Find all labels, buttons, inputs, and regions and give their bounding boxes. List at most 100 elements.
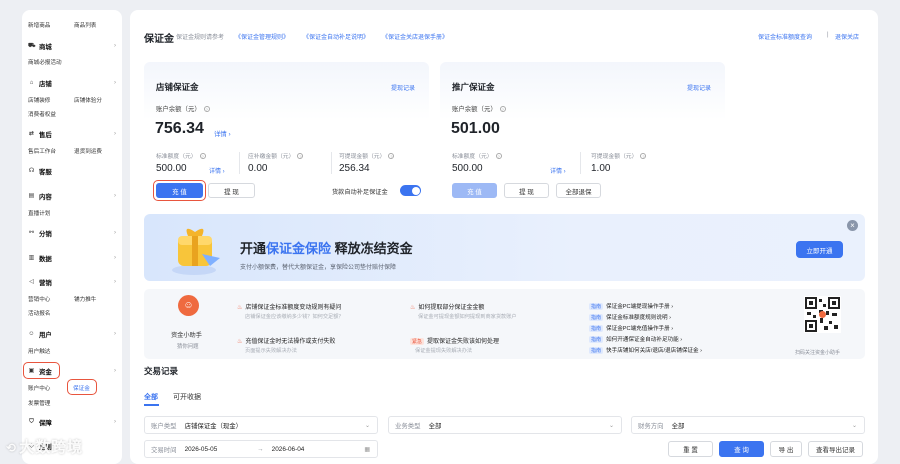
sidebar-link-aftersale-workbench[interactable]: 售后工作台	[28, 147, 56, 155]
sidebar-link-consumer-rights[interactable]: 消费者权益	[28, 110, 56, 118]
sidebar-link-return-freight[interactable]: 退货到运费	[74, 147, 102, 155]
shop-balance-label: 账户余额（元）?	[156, 104, 210, 113]
account-type-select[interactable]: 账户类型 店铺保证金（现金） ⌄	[144, 416, 378, 434]
sidebar-link-product-list[interactable]: 商品列表	[74, 21, 96, 29]
guide-item[interactable]: 指南 如何开通保证金自动补足功能 ›	[589, 335, 682, 343]
sidebar-item-funds[interactable]: ▣ 资金 ›	[22, 365, 122, 377]
sidebar-link-live-plan[interactable]: 直播计划	[28, 209, 50, 217]
sidebar-item-content[interactable]: ▤ 内容 ›	[22, 190, 122, 202]
sidebar-item-label: 内容	[39, 193, 52, 201]
sidebar-link-shop-score[interactable]: 店铺体验分	[74, 96, 102, 104]
standard-quota-link[interactable]: 保证金标准额度查询	[758, 32, 812, 41]
promo-withdraw-button[interactable]: 提 现	[504, 183, 549, 198]
sidebar-item-label: 店铺	[39, 80, 52, 88]
refund-all-button[interactable]: 全部退保	[556, 183, 601, 198]
sidebar-item-shop[interactable]: ⌂ 店铺 ›	[22, 77, 122, 89]
banner-title-c: 释放冻结资金	[331, 241, 413, 256]
reset-button[interactable]: 重 置	[668, 441, 713, 457]
date-from[interactable]: 2026-05-05	[185, 446, 218, 453]
main-panel: 保证金 保证金规则请参考 《保证金管理规则》 《保证金自动补足说明》 《保证金关…	[130, 10, 878, 464]
open-insurance-button[interactable]: 立即开通	[796, 241, 843, 258]
sidebar-item-user[interactable]: ☺ 用户 ›	[22, 328, 122, 340]
help-icon[interactable]: ?	[640, 153, 647, 160]
biz-type-select[interactable]: 业务类型 全部 ⌄	[388, 416, 622, 434]
faq-sub: 保证金提现失败解决办法	[415, 348, 473, 354]
divider	[331, 152, 332, 174]
export-button[interactable]: 导 出	[770, 441, 802, 457]
sidebar-link-deposit[interactable]: 保证金	[73, 384, 90, 392]
guide-item[interactable]: 指南 保证金PC端提现操作手册 ›	[589, 302, 673, 310]
sidebar-item-aftersale[interactable]: ⇄ 售后 ›	[22, 128, 122, 140]
headset-icon: ☊	[28, 167, 35, 174]
faq-item[interactable]: 紧急 提取保证金失败该如何处理	[410, 336, 499, 345]
refund-close-link[interactable]: 退保关店	[835, 32, 859, 41]
shop-balance-detail-link[interactable]: 详情 ›	[214, 129, 231, 138]
faq-item[interactable]: ♨ 店铺保证金标准额度变动规则有疑问	[237, 302, 341, 311]
sidebar-link-activity-signup[interactable]: 活动报名	[28, 309, 50, 317]
help-icon[interactable]: ?	[495, 153, 502, 160]
shop-standard-label-text: 标准额度（元）	[156, 154, 197, 160]
close-icon[interactable]: ×	[847, 220, 858, 231]
tab-all[interactable]: 全部	[144, 392, 158, 402]
date-range-picker[interactable]: 交易时间 2026-05-05 → 2026-06-04 ▦	[144, 440, 378, 458]
sidebar-item-guarantee[interactable]: ⛉ 保障 ›	[22, 416, 122, 428]
sidebar-link-boost[interactable]: 铺力推牛	[74, 295, 96, 303]
guide-item[interactable]: 指南 保证金标准额度规则说明 ›	[589, 313, 671, 321]
shop-standard-value: 500.00	[156, 163, 187, 174]
sidebar-item-distribution[interactable]: ⚯ 分销 ›	[22, 227, 122, 239]
guide-item[interactable]: 指南 保证金PC端充值操作手册 ›	[589, 324, 673, 332]
date-to[interactable]: 2026-06-04	[272, 446, 305, 453]
promo-withdraw-records-link[interactable]: 提现记录	[687, 83, 711, 92]
promo-standard-detail-link[interactable]: 详情 ›	[550, 166, 566, 175]
chevron-right-icon: ›	[114, 419, 116, 425]
direction-select[interactable]: 财务方向 全部 ⌄	[631, 416, 865, 434]
help-icon[interactable]: ?	[388, 153, 395, 160]
funds-helper-panel: ☺ 资金小助手 猜你问题 ♨ 店铺保证金标准额度变动规则有疑问 店铺保证金应该缴纳…	[144, 289, 865, 359]
promo-balance-value: 501.00	[451, 120, 500, 137]
shop-standard-detail-link[interactable]: 详情 ›	[209, 166, 225, 175]
wallet-icon: ▣	[28, 367, 35, 374]
sidebar-item-label: 分销	[39, 230, 52, 238]
sidebar-link-shop-decor[interactable]: 店铺装修	[28, 96, 50, 104]
sidebar-link-marketing-center[interactable]: 营销中心	[28, 295, 50, 303]
shop-withdrawable-value: 256.34	[339, 163, 370, 174]
help-icon[interactable]: ?	[297, 153, 304, 160]
rule-link-close-shop[interactable]: 《保证金关店退保手册》	[382, 32, 448, 41]
auto-topup-label: 货款自动补足保证金	[332, 189, 388, 196]
urgent-tag: 紧急	[410, 338, 425, 345]
rule-link-management[interactable]: 《保证金管理规则》	[235, 32, 289, 41]
shop-withdraw-records-link[interactable]: 提现记录	[391, 83, 415, 92]
auto-topup-toggle[interactable]	[400, 185, 421, 196]
guide-text: 保证金PC端提现操作手册 ›	[606, 304, 674, 310]
sidebar-link-invoice[interactable]: 发票管理	[28, 399, 50, 407]
sidebar-link-new-product[interactable]: 新增商品	[28, 21, 50, 29]
faq-item[interactable]: ♨ 如何提取部分保证金金额	[410, 302, 484, 311]
guide-item[interactable]: 指南 快手店铺如何关店/退店/退店铺保证金 ›	[589, 346, 702, 354]
tab-receipt[interactable]: 可开收据	[173, 392, 201, 402]
help-icon[interactable]: ?	[203, 106, 210, 113]
sidebar-item-data[interactable]: ▥ 数据 ›	[22, 252, 122, 264]
shop-balance-label-text: 账户余额（元）	[156, 106, 201, 113]
shop-withdraw-button[interactable]: 提 现	[208, 183, 255, 198]
sidebar-link-user-reach[interactable]: 用户触达	[28, 347, 50, 355]
sidebar-link-account-center[interactable]: 账户中心	[28, 384, 50, 392]
banner-title-b: 保证金保险	[266, 241, 332, 256]
promo-recharge-button[interactable]: 充 值	[452, 183, 497, 198]
sidebar-item-service[interactable]: ☊ 客服	[22, 165, 122, 177]
export-records-button[interactable]: 查看导出记录	[808, 441, 863, 457]
rule-link-auto-topup[interactable]: 《保证金自动补足说明》	[303, 32, 369, 41]
help-icon[interactable]: ?	[499, 106, 506, 113]
guide-text: 如何开通保证金自动补足功能 ›	[606, 337, 683, 343]
search-button[interactable]: 查 询	[719, 441, 764, 457]
faq-title: 店铺保证金标准额度变动规则有疑问	[245, 305, 342, 311]
sidebar-item-marketing[interactable]: ◁ 营销 ›	[22, 276, 122, 288]
sidebar-item-mall[interactable]: ⛟ 商城 ›	[22, 40, 122, 52]
faq-item[interactable]: ♨ 充值保证金时无法操作或支付失败	[237, 336, 335, 345]
chevron-down-icon: ⌄	[608, 422, 614, 429]
help-icon[interactable]: ?	[199, 153, 206, 160]
sidebar-link-mall-activity[interactable]: 商城必报活动	[28, 58, 62, 66]
shop-recharge-button[interactable]: 充 值	[156, 183, 203, 198]
select-label: 账户类型	[151, 422, 177, 430]
shop-balance-value: 756.34	[155, 120, 204, 137]
chevron-right-icon: ›	[114, 80, 116, 86]
